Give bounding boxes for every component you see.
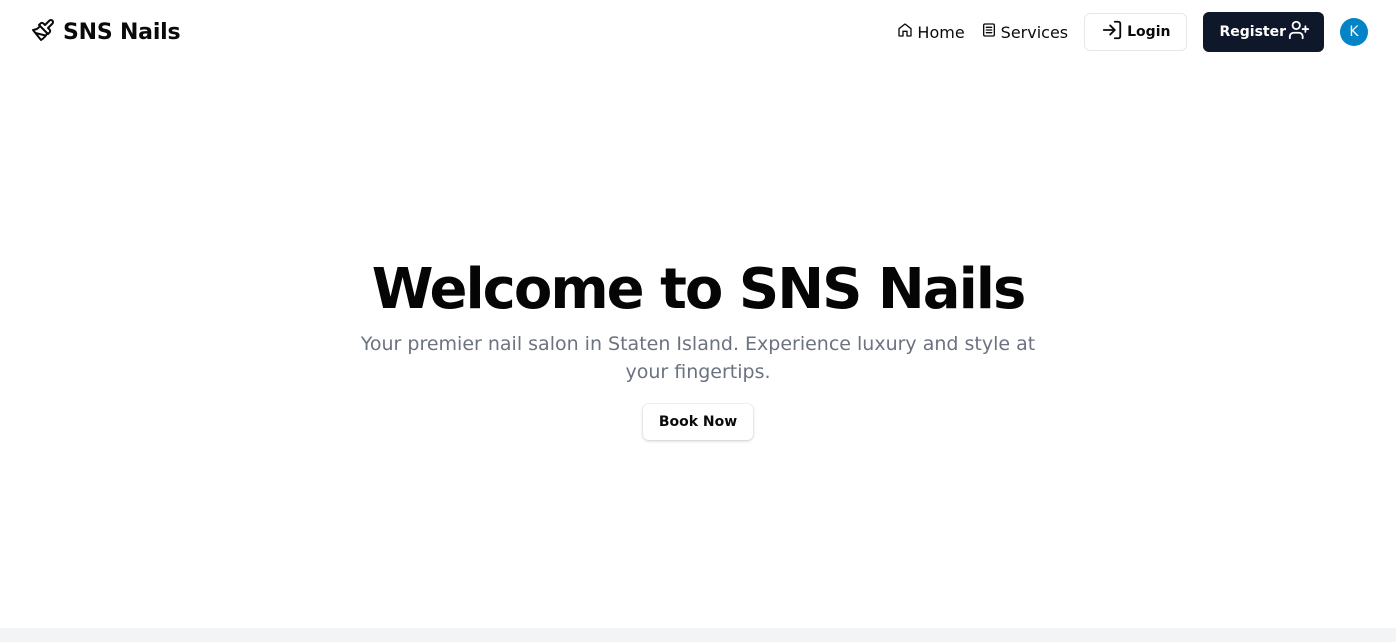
footer-strip (0, 628, 1396, 642)
log-in-icon (1101, 19, 1123, 45)
nav-services-link[interactable]: Services (981, 22, 1068, 42)
book-now-button[interactable]: Book Now (642, 404, 754, 440)
top-navbar: SNS Nails Home Services Login Register K (0, 0, 1396, 64)
hero-subtitle: Your premier nail salon in Staten Island… (360, 333, 1036, 383)
login-label: Login (1127, 24, 1171, 40)
brand-name: SNS Nails (63, 19, 181, 45)
hero-title: Welcome to SNS Nails (371, 257, 1027, 322)
paintbrush-icon (31, 18, 55, 46)
user-plus-icon (1288, 19, 1310, 45)
avatar-initial: K (1349, 24, 1359, 40)
user-avatar[interactable]: K (1340, 18, 1368, 46)
home-icon (897, 22, 913, 42)
list-icon (981, 22, 997, 42)
register-button[interactable]: Register (1203, 12, 1324, 52)
nav-home-link[interactable]: Home (897, 22, 965, 42)
hero-section: Welcome to SNS Nails Your premier nail s… (0, 252, 1396, 440)
nav-services-label: Services (1000, 22, 1069, 42)
register-label: Register (1219, 24, 1286, 40)
page: SNS Nails Home Services Login Register K… (0, 0, 1396, 642)
brand-logo-link[interactable]: SNS Nails (31, 17, 181, 47)
main-nav: Home Services Login Register K (897, 12, 1368, 52)
nav-home-label: Home (917, 22, 965, 42)
login-button[interactable]: Login (1084, 13, 1188, 51)
